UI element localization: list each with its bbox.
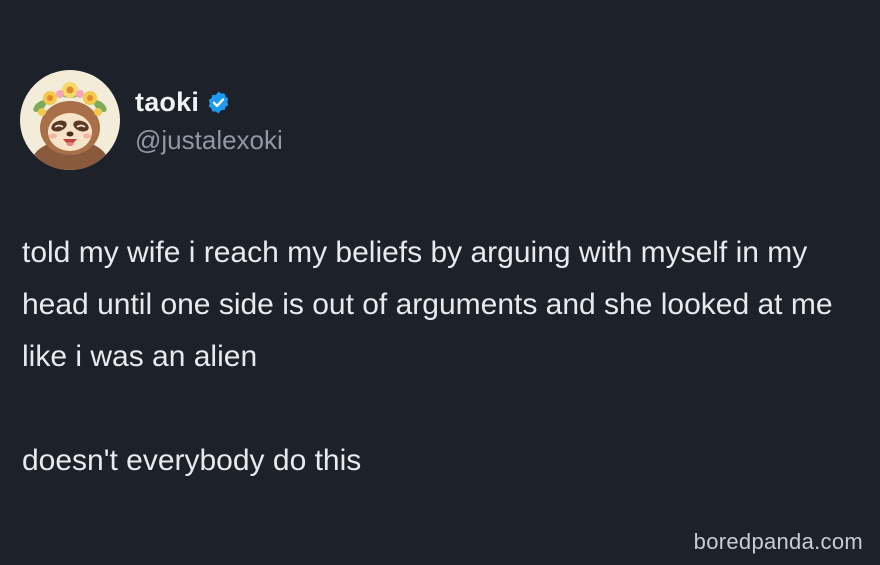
watermark: boredpanda.com (693, 529, 863, 554)
verified-badge-icon (206, 90, 231, 115)
tweet-paragraph: told my wife i reach my beliefs by argui… (22, 236, 833, 373)
author-names: taoki @justalexoki (135, 85, 283, 156)
tweet-paragraph: doesn't everybody do this (22, 444, 362, 477)
avatar[interactable] (20, 70, 120, 170)
tweet-header: taoki @justalexoki (20, 70, 283, 170)
sloth-avatar-icon (20, 70, 120, 170)
tweet-card: taoki @justalexoki told my wife i reach … (0, 0, 880, 565)
name-row: taoki (135, 85, 283, 121)
user-handle[interactable]: @justalexoki (135, 125, 283, 156)
display-name[interactable]: taoki (135, 87, 199, 118)
tweet-text: told my wife i reach my beliefs by argui… (22, 227, 872, 487)
